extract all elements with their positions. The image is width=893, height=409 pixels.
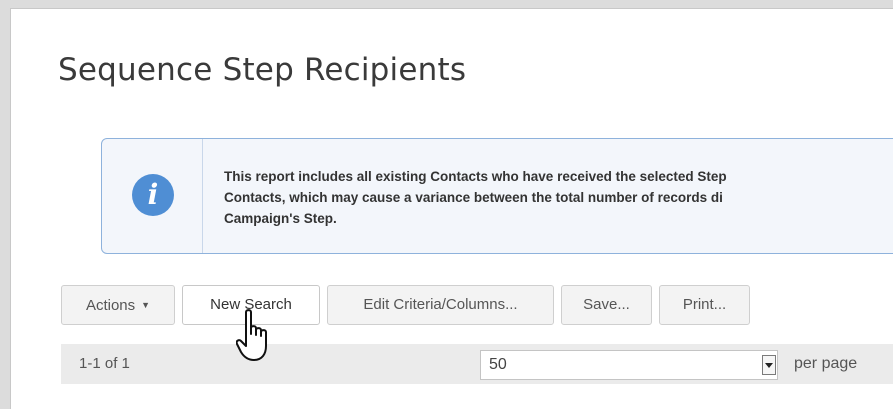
caret-down-icon: ▼ xyxy=(141,300,151,310)
info-notice: i This report includes all existing Cont… xyxy=(101,138,893,254)
info-line: This report includes all existing Contac… xyxy=(224,169,727,184)
hand-pointer-cursor-icon xyxy=(236,309,267,361)
report-panel: Sequence Step Recipients i This report i… xyxy=(10,8,893,409)
info-line: Campaign's Step. xyxy=(224,211,337,226)
results-count: 1-1 of 1 xyxy=(79,355,130,372)
info-line: Contacts, which may cause a variance bet… xyxy=(224,190,723,205)
results-pagination-bar: 1-1 of 1 50 per page xyxy=(61,344,893,384)
per-page-value: 50 xyxy=(489,356,507,373)
print-button[interactable]: Print... xyxy=(659,285,750,325)
per-page-select[interactable]: 50 xyxy=(480,350,778,380)
actions-label: Actions xyxy=(85,297,136,314)
save-button[interactable]: Save... xyxy=(561,285,652,325)
actions-dropdown-button[interactable]: Actions ▼ xyxy=(61,285,175,325)
info-notice-text: This report includes all existing Contac… xyxy=(224,166,893,229)
page-title: Sequence Step Recipients xyxy=(58,52,467,88)
info-icon: i xyxy=(132,174,174,216)
select-arrow-icon[interactable] xyxy=(762,355,776,375)
per-page-label: per page xyxy=(794,355,858,372)
info-icon-container: i xyxy=(102,139,203,253)
edit-criteria-button[interactable]: Edit Criteria/Columns... xyxy=(327,285,554,325)
